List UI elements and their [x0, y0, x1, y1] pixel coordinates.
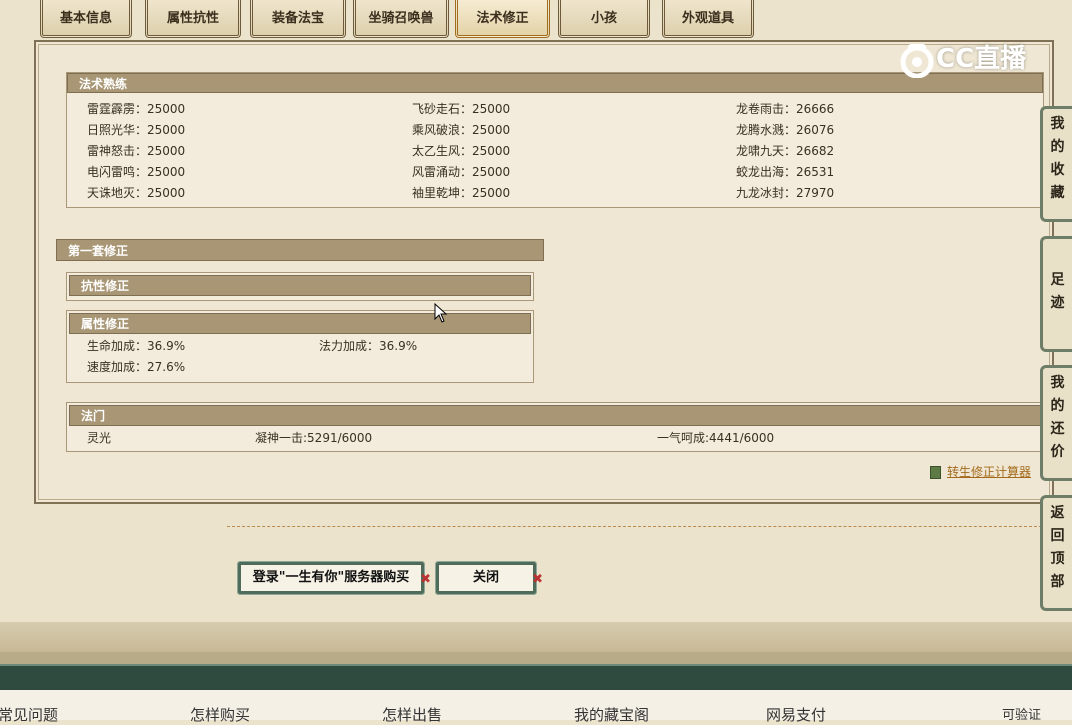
content-frame: 法术熟练 雷霆霹雳：25000 飞砂走石：25000 龙卷雨击：26666 日照…	[34, 40, 1054, 504]
resistance-correction-title: 抗性修正	[69, 275, 531, 296]
footer-link-verify[interactable]: 可验证	[1002, 704, 1041, 723]
cc-logo-icon	[900, 43, 934, 78]
side-tab-back-to-top[interactable]: 返回顶部	[1040, 495, 1072, 611]
footer-link-netease-pay[interactable]: 网易支付	[766, 704, 826, 725]
tab-attributes-resistance[interactable]: 属性抗性	[145, 0, 241, 38]
list-item: 灵光 凝神一击:5291/6000 一气呵成:4441/6000	[87, 431, 775, 445]
mouse-cursor-icon	[434, 303, 448, 323]
decorative-border	[0, 664, 1072, 692]
list-item: 雷神怒击：25000 太乙生风：25000 龙啸九天：26682	[87, 144, 835, 158]
list-item: 雷霆霹雳：25000 飞砂走石：25000 龙卷雨击：26666	[87, 102, 835, 116]
spell-mastery-title: 法术熟练	[67, 73, 1043, 93]
school-title: 法门	[69, 405, 1041, 426]
spell-mastery-list: 雷霆霹雳：25000 飞砂走石：25000 龙卷雨击：26666 日照光华：25…	[67, 93, 1043, 204]
tab-basic-info[interactable]: 基本信息	[40, 0, 132, 38]
list-item: 电闪雷鸣：25000 风雷涌动：25000 蛟龙出海：26531	[87, 165, 835, 179]
watermark-logo: CC直播	[898, 38, 1026, 78]
side-tab-label: 返回顶部	[1050, 505, 1065, 590]
attribute-correction-title: 属性修正	[69, 313, 531, 334]
calculator-icon	[930, 466, 941, 479]
school-panel: 法门 灵光 凝神一击:5291/6000 一气呵成:4441/6000	[66, 402, 1044, 452]
correction-set-title: 第一套修正	[56, 239, 544, 261]
decorative-border	[0, 652, 1072, 664]
rebirth-calculator-link[interactable]: 转生修正计算器	[930, 463, 1031, 480]
list-item: 天诛地灭：25000 袖里乾坤：25000 九龙冰封：27970	[87, 186, 835, 200]
tab-mount-summon[interactable]: 坐骑召唤兽	[353, 0, 449, 38]
tab-equipment-treasure[interactable]: 装备法宝	[250, 0, 346, 38]
list-item: 速度加成：27.6%	[87, 360, 186, 374]
login-buy-button[interactable]: 登录"一生有你"服务器购买 ✖	[237, 561, 431, 595]
footer-nav: 常见问题 怎样购买 怎样出售 我的藏宝阁 网易支付 可验证	[0, 690, 1072, 724]
side-tab-label: 我的收藏	[1050, 116, 1065, 201]
decorative-border	[0, 622, 1072, 652]
side-tab-history[interactable]: 足迹	[1040, 236, 1072, 352]
ribbon-icon: ✖	[420, 572, 431, 587]
side-tab-label: 我的还价	[1050, 375, 1065, 460]
side-tab-my-offers[interactable]: 我的还价	[1040, 365, 1072, 481]
ribbon-icon: ✖	[532, 572, 543, 587]
divider	[227, 526, 1042, 527]
footer-link-how-to-buy[interactable]: 怎样购买	[190, 704, 250, 725]
footer-link-my-treasure[interactable]: 我的藏宝阁	[574, 704, 649, 725]
tab-spell-correction[interactable]: 法术修正	[455, 0, 550, 38]
resistance-correction-panel: 抗性修正	[66, 272, 534, 301]
footer-link-how-to-sell[interactable]: 怎样出售	[382, 704, 442, 725]
side-tab-favorites[interactable]: 我的收藏	[1040, 106, 1072, 222]
close-button[interactable]: 关闭 ✖	[435, 561, 543, 595]
tab-child[interactable]: 小孩	[558, 0, 650, 38]
footer-link-faq[interactable]: 常见问题	[0, 704, 58, 725]
list-item: 日照光华：25000 乘风破浪：25000 龙腾水溅：26076	[87, 123, 835, 137]
list-item: 生命加成：36.9% 法力加成：36.9%	[87, 339, 418, 353]
side-tab-label: 足迹	[1050, 272, 1065, 311]
spell-mastery-panel: 法术熟练 雷霆霹雳：25000 飞砂走石：25000 龙卷雨击：26666 日照…	[66, 72, 1044, 208]
attribute-correction-panel: 属性修正 生命加成：36.9% 法力加成：36.9% 速度加成：27.6%	[66, 310, 534, 383]
tab-appearance-items[interactable]: 外观道具	[662, 0, 754, 38]
